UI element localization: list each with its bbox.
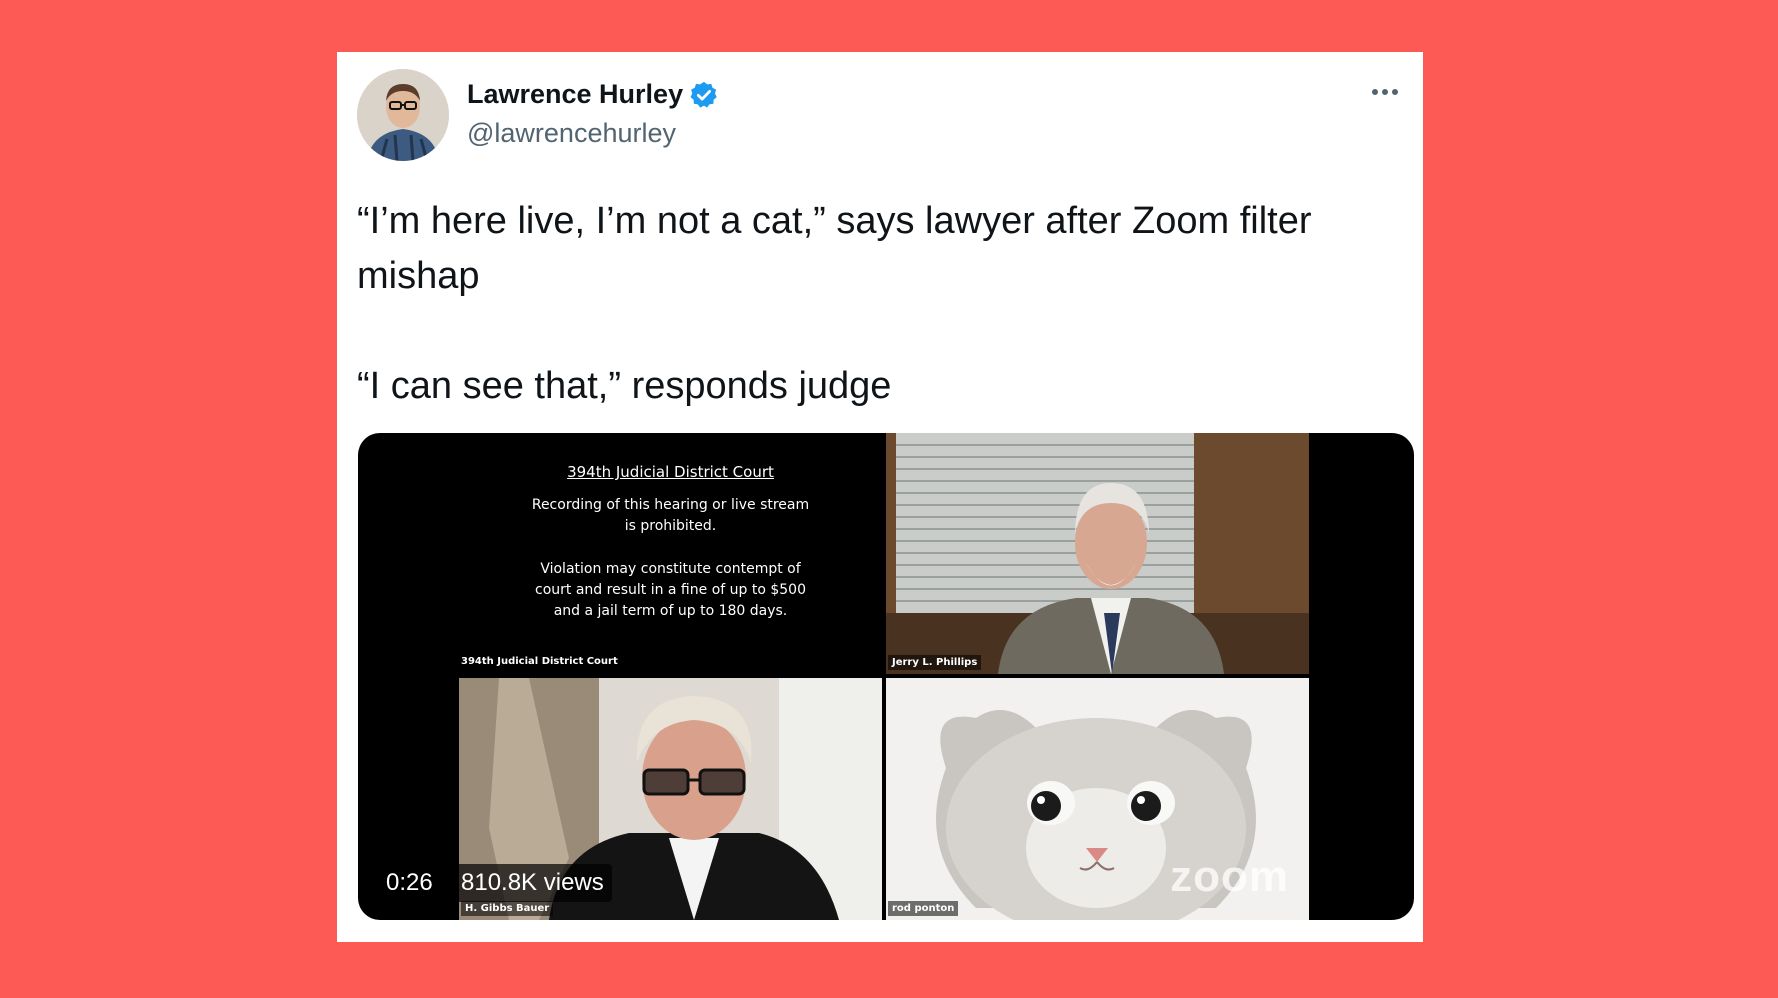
display-name[interactable]: Lawrence Hurley	[467, 79, 719, 110]
cat-filter-video-panel: zoom rod ponton	[886, 678, 1309, 920]
court-notice-line: is prohibited.	[624, 518, 717, 534]
video-player[interactable]: 394th Judicial District Court Recording …	[358, 433, 1414, 920]
court-notice-line: court and result in a fine of up to $500	[535, 582, 806, 598]
avatar[interactable]	[357, 69, 449, 161]
video-timestamp: 0:26	[378, 864, 441, 902]
judge-video-image	[886, 433, 1309, 674]
court-notice-line: Violation may constitute contempt of	[540, 561, 801, 577]
tweet-text-line: “I can see that,” responds judge	[357, 365, 892, 407]
judge-video-panel: Jerry L. Phillips	[886, 433, 1309, 674]
court-title: 394th Judicial District Court	[567, 463, 774, 481]
user-handle[interactable]: @lawrencehurley	[467, 118, 676, 149]
participant-name: rod ponton	[888, 901, 959, 916]
participant-name: H. Gibbs Bauer	[461, 901, 554, 916]
court-notice-panel: 394th Judicial District Court Recording …	[459, 433, 882, 674]
tweet-text-line: “I’m here live, I’m not a cat,” says law…	[357, 200, 1312, 297]
display-name-text: Lawrence Hurley	[467, 79, 684, 109]
tweet-text: “I’m here live, I’m not a cat,” says law…	[357, 194, 1407, 414]
court-notice-line: Recording of this hearing or live stream	[531, 497, 810, 513]
more-options-icon[interactable]	[1369, 82, 1401, 102]
zoom-watermark: zoom	[1170, 852, 1289, 901]
avatar-image	[357, 69, 449, 161]
tweet-card: Lawrence Hurley @lawrencehurley “I’m her…	[337, 52, 1423, 942]
verified-badge-icon	[689, 80, 719, 110]
participant-name: Jerry L. Phillips	[888, 655, 982, 670]
court-caption: 394th Judicial District Court	[461, 656, 618, 667]
video-views: 810.8K views	[453, 864, 612, 902]
court-notice-line: and a jail term of up to 180 days.	[553, 603, 788, 619]
